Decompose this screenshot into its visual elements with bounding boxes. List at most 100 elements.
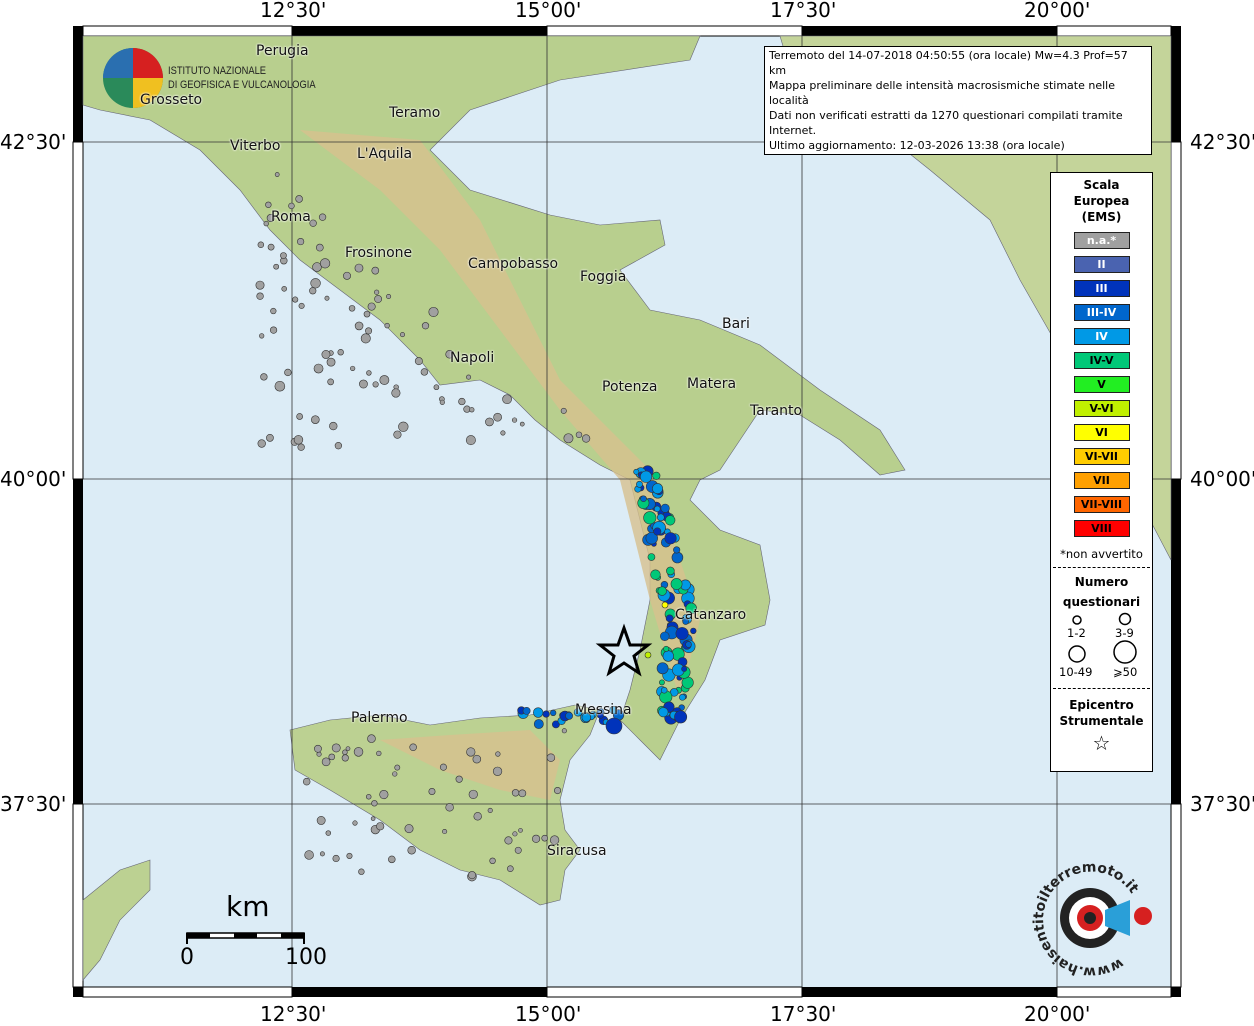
intensity-point[interactable] — [298, 302, 305, 309]
intensity-point[interactable] — [315, 243, 324, 252]
intensity-point[interactable] — [341, 754, 349, 762]
intensity-point[interactable] — [550, 709, 557, 717]
intensity-point[interactable] — [643, 511, 657, 525]
intensity-point[interactable] — [331, 743, 341, 753]
intensity-point[interactable] — [500, 430, 506, 436]
intensity-point[interactable] — [379, 375, 390, 385]
intensity-point[interactable] — [421, 322, 430, 330]
intensity-point[interactable] — [329, 421, 338, 431]
intensity-point[interactable] — [367, 734, 376, 743]
intensity-point[interactable] — [533, 707, 544, 718]
intensity-point[interactable] — [518, 828, 523, 833]
intensity-point[interactable] — [374, 289, 380, 295]
intensity-point[interactable] — [284, 368, 292, 377]
intensity-point[interactable] — [321, 350, 331, 359]
intensity-point[interactable] — [407, 846, 416, 855]
intensity-point[interactable] — [656, 513, 665, 522]
intensity-point[interactable] — [487, 807, 493, 813]
intensity-point[interactable] — [469, 407, 475, 413]
intensity-point[interactable] — [465, 435, 476, 446]
intensity-point[interactable] — [420, 368, 429, 376]
intensity-point[interactable] — [255, 280, 265, 290]
intensity-point[interactable] — [367, 302, 376, 311]
intensity-point[interactable] — [398, 421, 409, 432]
intensity-point[interactable] — [665, 515, 676, 526]
intensity-point[interactable] — [295, 195, 303, 203]
intensity-point[interactable] — [492, 766, 503, 776]
intensity-point[interactable] — [391, 388, 401, 398]
intensity-point[interactable] — [328, 753, 336, 761]
intensity-point[interactable] — [472, 754, 482, 764]
intensity-point[interactable] — [313, 363, 324, 374]
intensity-point[interactable] — [663, 645, 670, 652]
intensity-point[interactable] — [274, 380, 286, 392]
intensity-point[interactable] — [640, 495, 647, 503]
intensity-point[interactable] — [512, 831, 518, 837]
intensity-point[interactable] — [265, 201, 272, 208]
intensity-point[interactable] — [259, 333, 265, 339]
intensity-point[interactable] — [468, 871, 477, 880]
intensity-point[interactable] — [257, 439, 266, 448]
intensity-point[interactable] — [342, 749, 348, 755]
intensity-point[interactable] — [370, 816, 376, 821]
intensity-point[interactable] — [679, 693, 686, 701]
intensity-point[interactable] — [296, 413, 303, 420]
intensity-point[interactable] — [560, 407, 567, 414]
intensity-point[interactable] — [350, 365, 356, 372]
intensity-point[interactable] — [372, 381, 379, 388]
intensity-point[interactable] — [257, 241, 265, 248]
intensity-point[interactable] — [671, 551, 684, 564]
intensity-point[interactable] — [605, 717, 623, 735]
intensity-point[interactable] — [288, 202, 295, 210]
intensity-point[interactable] — [473, 812, 482, 821]
intensity-point[interactable] — [661, 686, 668, 694]
intensity-point[interactable] — [445, 803, 454, 812]
intensity-point[interactable] — [685, 641, 692, 648]
intensity-point[interactable] — [263, 220, 269, 227]
intensity-point[interactable] — [532, 834, 541, 843]
intensity-point[interactable] — [563, 433, 574, 444]
intensity-point[interactable] — [414, 357, 423, 366]
intensity-point[interactable] — [656, 662, 669, 675]
intensity-point[interactable] — [522, 706, 531, 715]
intensity-point[interactable] — [404, 824, 414, 834]
intensity-point[interactable] — [352, 820, 358, 826]
intensity-point[interactable] — [281, 286, 287, 292]
intensity-point[interactable] — [495, 751, 501, 757]
intensity-point[interactable] — [458, 397, 466, 406]
intensity-point[interactable] — [314, 744, 322, 753]
intensity-point[interactable] — [302, 777, 311, 786]
intensity-point[interactable] — [650, 569, 661, 580]
intensity-point[interactable] — [674, 710, 688, 724]
intensity-point[interactable] — [318, 213, 327, 221]
intensity-point[interactable] — [652, 483, 663, 495]
intensity-point[interactable] — [455, 775, 463, 783]
intensity-point[interactable] — [371, 266, 380, 275]
intensity-point[interactable] — [354, 321, 364, 331]
intensity-point[interactable] — [673, 546, 681, 554]
intensity-point[interactable] — [360, 333, 371, 344]
intensity-point[interactable] — [316, 816, 326, 825]
intensity-point[interactable] — [653, 527, 662, 536]
intensity-point[interactable] — [269, 326, 278, 334]
intensity-point[interactable] — [661, 601, 669, 609]
intensity-point[interactable] — [466, 747, 476, 757]
intensity-point[interactable] — [327, 378, 335, 386]
intensity-point[interactable] — [581, 434, 591, 443]
intensity-point[interactable] — [659, 679, 665, 686]
intensity-point[interactable] — [359, 379, 368, 389]
intensity-point[interactable] — [371, 800, 378, 807]
intensity-point[interactable] — [665, 614, 674, 623]
intensity-point[interactable] — [468, 789, 478, 800]
intensity-point[interactable] — [561, 728, 567, 734]
intensity-point[interactable] — [384, 322, 390, 329]
intensity-point[interactable] — [428, 788, 436, 795]
intensity-point[interactable] — [320, 258, 331, 269]
intensity-point[interactable] — [273, 263, 280, 270]
intensity-point[interactable] — [332, 854, 340, 863]
intensity-point[interactable] — [640, 470, 653, 483]
intensity-point[interactable] — [363, 310, 371, 318]
intensity-point[interactable] — [502, 394, 512, 405]
intensity-point[interactable] — [565, 711, 573, 720]
intensity-point[interactable] — [575, 431, 583, 438]
